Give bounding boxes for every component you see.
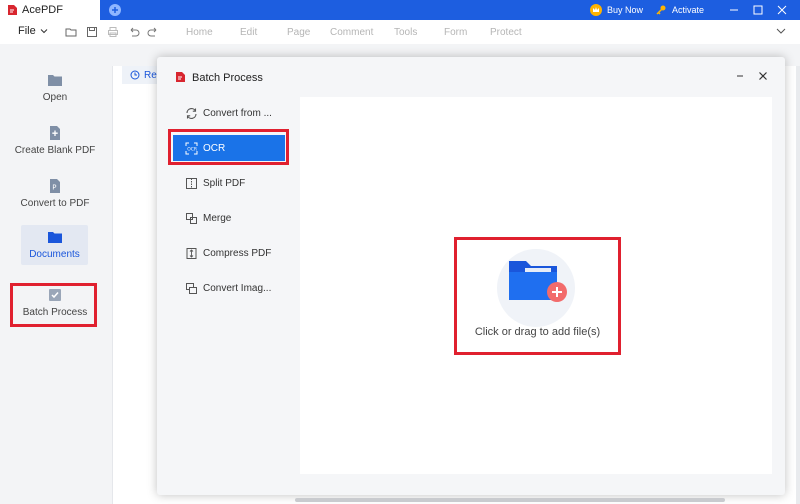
menu-convert-from-label: Convert from ... bbox=[203, 107, 272, 119]
close-icon[interactable] bbox=[757, 70, 769, 82]
add-file-icon bbox=[50, 126, 60, 140]
right-edge-panel bbox=[796, 66, 800, 504]
menu-convert-from[interactable]: Convert from ... bbox=[173, 100, 285, 126]
batch-process-dialog: Batch Process Convert from ... OCR OCR S… bbox=[157, 57, 785, 495]
open-folder-icon[interactable] bbox=[65, 26, 77, 38]
maximize-window-button[interactable] bbox=[748, 0, 768, 20]
acepdf-logo-icon bbox=[176, 72, 185, 82]
app-name: AcePDF bbox=[22, 4, 63, 16]
menu-convert-image-label: Convert Imag... bbox=[203, 282, 272, 294]
dialog-title: Batch Process bbox=[192, 72, 263, 84]
menu-tools[interactable]: Tools bbox=[394, 27, 417, 38]
split-icon bbox=[186, 177, 197, 189]
sidebar-item-label: Open bbox=[42, 92, 68, 103]
undo-icon[interactable] bbox=[128, 26, 140, 38]
menu-page[interactable]: Page bbox=[287, 27, 310, 38]
redo-icon[interactable] bbox=[147, 26, 159, 38]
chevron-down-icon[interactable] bbox=[776, 26, 786, 36]
svg-text:P: P bbox=[52, 184, 56, 192]
sidebar-item-label: Convert to PDF bbox=[20, 198, 90, 209]
drop-area-highlight bbox=[454, 237, 621, 355]
acepdf-logo-icon bbox=[8, 5, 17, 15]
activate-label: Activate bbox=[672, 5, 705, 15]
dialog-header: Batch Process bbox=[157, 57, 785, 97]
menu-compress-pdf-label: Compress PDF bbox=[203, 247, 272, 259]
title-bar: AcePDF Buy Now Activate bbox=[0, 0, 800, 20]
sidebar-item-label: Create Blank PDF bbox=[14, 145, 96, 156]
sidebar-item-label: Documents bbox=[29, 249, 80, 260]
folder-icon bbox=[48, 75, 62, 86]
menu-comment[interactable]: Comment bbox=[330, 27, 373, 38]
sidebar-item-open[interactable]: Open bbox=[0, 72, 110, 116]
menu-form[interactable]: Form bbox=[444, 27, 467, 38]
menu-compress-pdf[interactable]: Compress PDF bbox=[173, 240, 285, 266]
close-window-button[interactable] bbox=[772, 0, 792, 20]
batch-process-highlight bbox=[10, 283, 97, 327]
horizontal-scrollbar[interactable] bbox=[295, 498, 725, 502]
tab-recent[interactable]: Re bbox=[122, 66, 162, 84]
menu-merge[interactable]: Merge bbox=[173, 205, 285, 231]
print-icon[interactable] bbox=[107, 26, 119, 38]
minimize-icon[interactable] bbox=[734, 70, 746, 82]
close-icon bbox=[777, 5, 787, 15]
app-tab[interactable]: AcePDF bbox=[0, 0, 100, 20]
buy-now-button[interactable]: Buy Now bbox=[590, 0, 643, 20]
activate-button[interactable]: Activate bbox=[655, 0, 704, 20]
plus-icon bbox=[112, 7, 118, 13]
new-tab-button[interactable] bbox=[109, 4, 121, 16]
minimize-window-button[interactable] bbox=[724, 0, 744, 20]
sidebar: Open Create Blank PDF P Convert to PDF D… bbox=[0, 44, 110, 504]
minimize-icon bbox=[730, 9, 738, 11]
sidebar-item-create-blank-pdf[interactable]: Create Blank PDF bbox=[0, 125, 110, 169]
toolbar: File Home Edit Page Comment Tools Form P… bbox=[0, 20, 800, 44]
menu-merge-label: Merge bbox=[203, 212, 232, 224]
menu-edit[interactable]: Edit bbox=[240, 27, 257, 38]
convert-icon bbox=[186, 107, 197, 119]
documents-icon bbox=[47, 232, 62, 243]
buy-now-label: Buy Now bbox=[607, 5, 644, 15]
file-menu[interactable]: File bbox=[18, 25, 48, 37]
menu-protect[interactable]: Protect bbox=[490, 27, 522, 38]
merge-icon bbox=[186, 212, 197, 224]
convert-file-icon: P bbox=[50, 179, 60, 193]
save-icon[interactable] bbox=[86, 26, 98, 38]
convert-image-icon bbox=[186, 282, 197, 294]
maximize-icon bbox=[753, 5, 763, 15]
crown-icon bbox=[590, 4, 602, 16]
compress-icon bbox=[186, 247, 197, 259]
file-menu-label: File bbox=[18, 25, 36, 37]
chevron-down-icon bbox=[40, 29, 48, 34]
tab-recent-label: Re bbox=[144, 69, 157, 81]
sidebar-item-documents[interactable]: Documents bbox=[21, 225, 88, 265]
key-icon bbox=[655, 4, 667, 16]
menu-home[interactable]: Home bbox=[186, 27, 213, 38]
menu-split-pdf[interactable]: Split PDF bbox=[173, 170, 285, 196]
clock-icon bbox=[130, 70, 140, 80]
sidebar-item-convert-to-pdf[interactable]: P Convert to PDF bbox=[0, 178, 110, 222]
menu-convert-image[interactable]: Convert Imag... bbox=[173, 275, 285, 301]
ocr-highlight bbox=[168, 129, 289, 165]
menu-split-pdf-label: Split PDF bbox=[203, 177, 246, 189]
